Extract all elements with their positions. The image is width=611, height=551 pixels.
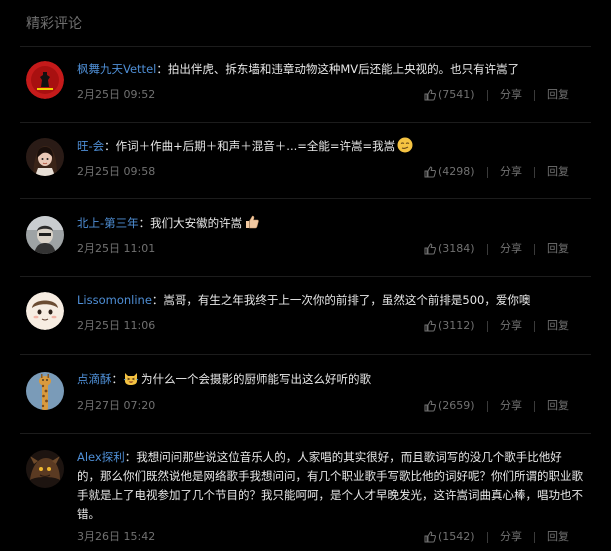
comment-actions: (2659) 分享 回复 (424, 397, 573, 415)
cartoon-face-avatar[interactable] (26, 292, 64, 330)
comment-username[interactable]: 点滴酥 (77, 372, 112, 386)
comment-username[interactable]: Alex探利 (77, 450, 125, 464)
action-divider (487, 400, 488, 412)
comment-actions: (4298) 分享 回复 (424, 163, 573, 181)
action-divider (487, 89, 488, 101)
like-count: (7541) (438, 88, 475, 101)
comment-timestamp: 2月25日 09:58 (77, 165, 156, 178)
thumbs-up-icon (424, 400, 436, 412)
comment-actions: (3184) 分享 回复 (424, 240, 573, 258)
like-count: (1542) (438, 530, 475, 543)
like-button[interactable]: (3112) (424, 317, 479, 335)
action-divider (534, 400, 535, 412)
action-divider (534, 320, 535, 332)
share-button[interactable]: 分享 (496, 397, 526, 415)
like-count: (2659) (438, 399, 475, 412)
comment-body: Lissomonline：嵩哥，有生之年我终于上一次你的前排了，虽然这个前排是5… (77, 293, 531, 307)
comment-username[interactable]: 枫舞九天Vettel (77, 62, 156, 76)
comment-username[interactable]: 北上-第三年 (77, 216, 139, 230)
comment-body: 旺-会：作词＋作曲+后期＋和声＋混音＋...=全能=许嵩=我嵩 (77, 137, 577, 156)
like-count: (3184) (438, 242, 475, 255)
like-button[interactable]: (4298) (424, 163, 479, 181)
comments-panel: 精彩评论 枫舞九天Vettel：拍出伴虎、拆东墙和违章动物这种MV后还能上央视的… (0, 0, 611, 551)
share-button[interactable]: 分享 (496, 86, 526, 104)
portrait-avatar[interactable] (26, 216, 64, 254)
comment-timestamp: 2月27日 07:20 (77, 399, 156, 412)
reply-button[interactable]: 回复 (543, 86, 573, 104)
comment-meta: 3月26日 15:42 (1542) 分享 回复 (77, 528, 573, 546)
anime-girl-avatar[interactable] (26, 138, 64, 176)
comment-actions: (7541) 分享 回复 (424, 86, 573, 104)
comment-text: 拍出伴虎、拆东墙和违章动物这种MV后还能上央视的。也只有许嵩了 (167, 62, 520, 76)
like-button[interactable]: (1542) (424, 528, 479, 546)
comment-body: 枫舞九天Vettel：拍出伴虎、拆东墙和违章动物这种MV后还能上央视的。也只有许… (77, 62, 520, 76)
action-divider (534, 89, 535, 101)
comment-meta: 2月25日 09:52 (7541) 分享 回复 (77, 86, 573, 104)
thumbs-up-emoji-icon (246, 215, 259, 229)
comment-text: 嵩哥，有生之年我终于上一次你的前排了，虽然这个前排是500，爱你噢 (163, 293, 531, 307)
ferrari-logo-avatar[interactable] (26, 61, 64, 99)
comment-meta: 2月27日 07:20 (2659) 分享 回复 (77, 397, 573, 415)
comment-timestamp: 2月25日 11:06 (77, 319, 156, 332)
like-button[interactable]: (7541) (424, 86, 479, 104)
thumbs-up-icon (424, 320, 436, 332)
comment-actions: (3112) 分享 回复 (424, 317, 573, 335)
reply-button[interactable]: 回复 (543, 240, 573, 258)
comment-timestamp: 3月26日 15:42 (77, 530, 156, 543)
action-divider (534, 166, 535, 178)
action-divider (534, 531, 535, 543)
comment-meta: 2月25日 11:01 (3184) 分享 回复 (77, 240, 573, 258)
action-divider (487, 166, 488, 178)
comment-divider (20, 122, 591, 123)
comment-username[interactable]: 旺-会 (77, 139, 104, 153)
action-divider (487, 243, 488, 255)
comment-divider (20, 198, 591, 199)
comment-timestamp: 2月25日 11:01 (77, 242, 156, 255)
like-count: (3112) (438, 319, 475, 332)
comment-username[interactable]: Lissomonline (77, 293, 152, 307)
comment-divider (20, 276, 591, 277)
reply-button[interactable]: 回复 (543, 528, 573, 546)
like-button[interactable]: (3184) (424, 240, 479, 258)
giraffe-avatar[interactable] (26, 372, 64, 410)
like-count: (4298) (438, 165, 475, 178)
comment-timestamp: 2月25日 09:52 (77, 88, 156, 101)
comment-list: 枫舞九天Vettel：拍出伴虎、拆东墙和违章动物这种MV后还能上央视的。也只有许… (0, 0, 611, 551)
thumbs-up-icon (424, 166, 436, 178)
comment-meta: 2月25日 09:58 (4298) 分享 回复 (77, 163, 573, 181)
comment-text: 我想问问那些说这位音乐人的，人家唱的其实很好，而且歌词写的没几个歌手比他好的，那… (77, 450, 583, 521)
comment-body: 点滴酥： 为什么一个会摄影的厨师能写出这么好听的歌 (77, 372, 371, 386)
thumbs-up-icon (424, 531, 436, 543)
like-button[interactable]: (2659) (424, 397, 479, 415)
comment-divider (20, 46, 591, 47)
thumbs-up-icon (424, 243, 436, 255)
comment-meta: 2月25日 11:06 (3112) 分享 回复 (77, 317, 573, 335)
share-button[interactable]: 分享 (496, 317, 526, 335)
share-button[interactable]: 分享 (496, 528, 526, 546)
laughing-cat-emoji-icon (123, 373, 139, 385)
comment-actions: (1542) 分享 回复 (424, 528, 573, 546)
share-button[interactable]: 分享 (496, 163, 526, 181)
comment-text: 我们大安徽的许嵩 (150, 216, 243, 230)
reply-button[interactable]: 回复 (543, 397, 573, 415)
comment-text: 为什么一个会摄影的厨师能写出这么好听的歌 (141, 372, 371, 386)
comment-divider (20, 354, 591, 355)
action-divider (534, 243, 535, 255)
comment-divider (20, 433, 591, 434)
share-button[interactable]: 分享 (496, 240, 526, 258)
dark-creature-avatar[interactable] (26, 450, 64, 488)
reply-button[interactable]: 回复 (543, 163, 573, 181)
thumbs-up-icon (424, 89, 436, 101)
comment-body: Alex探利：我想问问那些说这位音乐人的，人家唱的其实很好，而且歌词写的没几个歌… (77, 450, 583, 521)
action-divider (487, 320, 488, 332)
comment-text: 作词＋作曲+后期＋和声＋混音＋...=全能=许嵩=我嵩 (115, 139, 396, 153)
comment-body: 北上-第三年：我们大安徽的许嵩 (77, 214, 577, 233)
reply-button[interactable]: 回复 (543, 317, 573, 335)
smirk-emoji-icon (397, 137, 413, 153)
action-divider (487, 531, 488, 543)
